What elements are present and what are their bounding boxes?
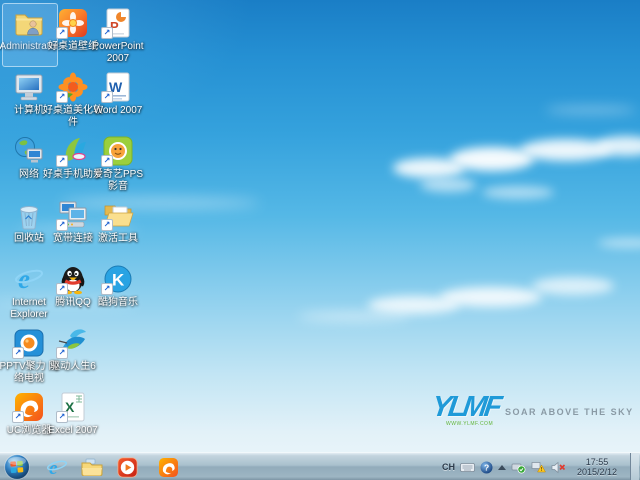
uc-browser-icon: [158, 457, 178, 477]
shortcut-arrow-icon: [56, 91, 68, 103]
shortcut-arrow-icon: [56, 283, 68, 295]
pps-player-icon: [101, 134, 135, 168]
taskbar-clock[interactable]: 17:55 2015/2/12: [571, 457, 623, 477]
pptv-icon: [12, 326, 46, 360]
cloud: [420, 178, 476, 192]
icon-label: 爱奇艺PPS 影音: [92, 169, 143, 192]
keyboard-icon[interactable]: [460, 462, 475, 473]
help-icon[interactable]: ?: [480, 461, 493, 474]
folder-user-icon: [12, 6, 46, 40]
shortcut-arrow-icon: [101, 155, 113, 167]
shortcut-arrow-icon: [101, 91, 113, 103]
internet-explorer-icon: e: [46, 458, 68, 479]
powerpoint-icon: P: [101, 6, 135, 40]
cloud: [298, 312, 410, 321]
svg-text:?: ?: [484, 462, 489, 472]
recycle-bin-icon: [12, 198, 46, 232]
ime-language-indicator[interactable]: CH: [442, 462, 455, 472]
shortcut-arrow-icon: [56, 155, 68, 167]
icon-label: PowerPoint 2007: [92, 41, 144, 64]
cloud: [532, 277, 614, 295]
volume-muted-icon[interactable]: [551, 461, 566, 474]
cloud: [598, 238, 640, 248]
shortcut-arrow-icon: [56, 27, 68, 39]
cloud: [440, 287, 542, 307]
media-player-icon: [117, 457, 137, 477]
driver-life-bird-icon: [56, 326, 90, 360]
taskbar-internet-explorer-button[interactable]: e: [42, 455, 72, 479]
phone-assistant-icon: [56, 134, 90, 168]
shortcut-arrow-icon: [101, 219, 113, 231]
shortcut-arrow-icon: [12, 347, 24, 359]
icon-label: 驱动人生6: [50, 361, 96, 372]
internet-explorer-icon: e: [12, 262, 46, 296]
icon-label: Excel 2007: [48, 425, 98, 436]
shortcut-arrow-icon: [101, 283, 113, 295]
broadband-icon: [56, 198, 90, 232]
qq-penguin-icon: [56, 262, 90, 296]
uc-browser-icon: [12, 390, 46, 424]
desktop-icon-pps-player[interactable]: 爱奇艺PPS 影音: [88, 134, 148, 193]
shortcut-arrow-icon: [56, 411, 68, 423]
svg-text:e: e: [18, 264, 30, 294]
desktop-icon-word-2007[interactable]: W Word 2007: [88, 70, 148, 117]
clock-date: 2015/2/12: [576, 467, 618, 477]
taskbar-windows-explorer-button[interactable]: [77, 455, 107, 479]
cloud: [545, 106, 637, 114]
clock-time: 17:55: [585, 457, 609, 467]
network-warning-icon[interactable]: !: [531, 460, 546, 474]
network-icon: [12, 134, 46, 168]
excel-icon: X: [56, 390, 90, 424]
show-hidden-icons-button[interactable]: [498, 464, 506, 470]
cloud: [482, 186, 554, 199]
computer-icon: [12, 70, 46, 104]
desktop[interactable]: Administrator 好桌道壁纸 P P: [0, 0, 640, 480]
icon-label: 酷狗音乐: [98, 297, 138, 308]
wallpaper-app-icon: [56, 6, 90, 40]
svg-text:!: !: [541, 467, 543, 473]
desktop-icon-excel-2007[interactable]: X Excel 2007: [43, 390, 103, 437]
desktop-icon-activation-tool[interactable]: 激活工具: [88, 198, 148, 245]
ylmf-logo-text: YLMF: [429, 391, 502, 423]
taskbar-media-player-button[interactable]: [112, 455, 142, 479]
taskbar: e CH ? ! 17:55 2015/2/12: [0, 452, 640, 480]
folder-icon: [81, 458, 103, 476]
beautify-app-icon: [56, 70, 90, 104]
shortcut-arrow-icon: [56, 219, 68, 231]
taskbar-uc-browser-button[interactable]: [153, 455, 183, 479]
desktop-icon-driver-life[interactable]: 驱动人生6: [43, 326, 103, 373]
system-tray: CH ? ! 17:55 2015/2/12: [442, 453, 640, 480]
ylmf-tagline: SOAR ABOVE THE SKY: [504, 407, 634, 417]
shortcut-arrow-icon: [12, 411, 24, 423]
desktop-icon-kugou-music[interactable]: K 酷狗音乐: [88, 262, 148, 309]
icon-label: Word 2007: [93, 105, 143, 116]
show-desktop-button[interactable]: [630, 453, 639, 480]
activation-folder-icon: [101, 198, 135, 232]
desktop-icon-powerpoint-2007[interactable]: P PowerPoint 2007: [88, 6, 148, 65]
word-icon: W: [101, 70, 135, 104]
shortcut-arrow-icon: [56, 347, 68, 359]
kugou-music-icon: K: [101, 262, 135, 296]
start-button[interactable]: [4, 454, 30, 480]
svg-text:K: K: [112, 271, 125, 290]
shortcut-arrow-icon: [101, 27, 113, 39]
usb-safely-remove-icon[interactable]: [511, 460, 526, 474]
icon-label: 激活工具: [98, 233, 138, 244]
ylmf-watermark: YLMF SOAR ABOVE THE SKY WWW.YLMF.COM: [429, 391, 634, 427]
